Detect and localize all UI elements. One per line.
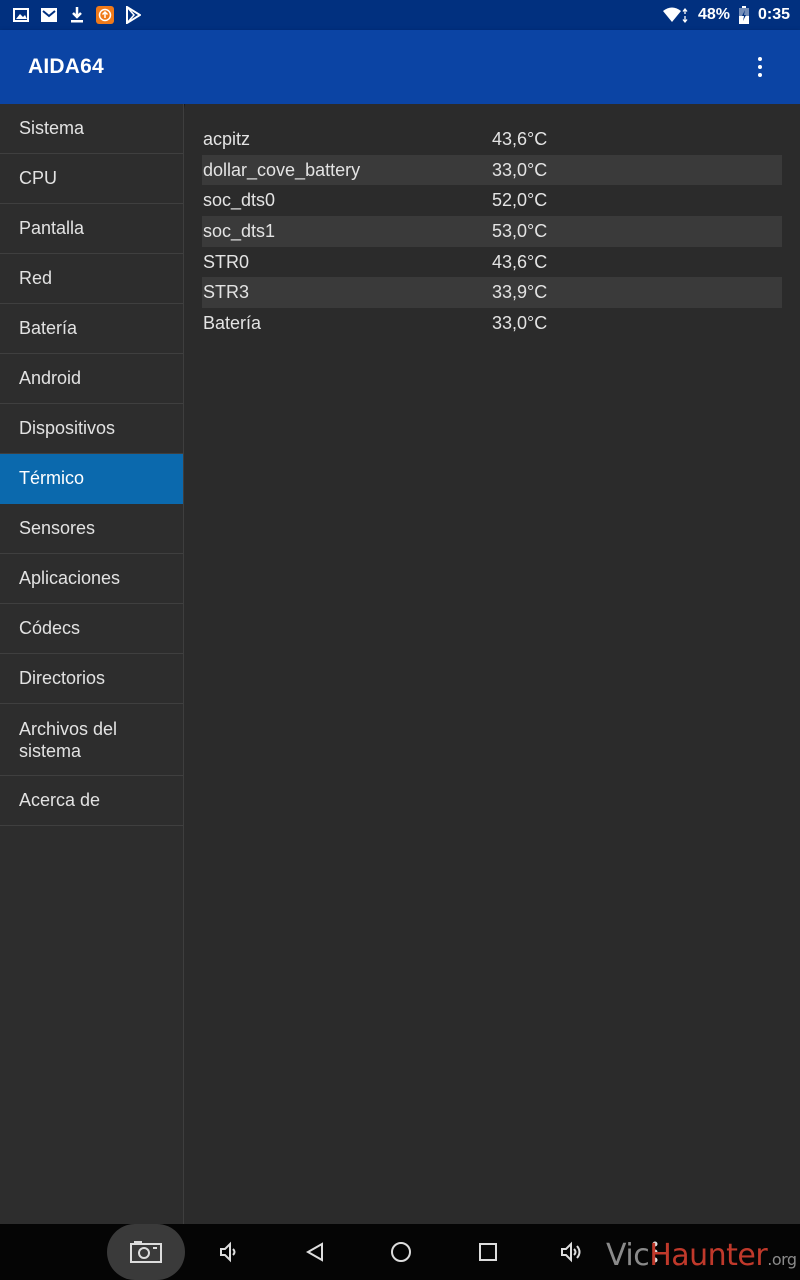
sensor-name: acpitz bbox=[203, 128, 251, 149]
sidebar-item-bateria[interactable]: Batería bbox=[0, 304, 183, 354]
sidebar-item-label: Aplicaciones bbox=[19, 568, 121, 588]
sidebar-item-label: Red bbox=[19, 268, 53, 288]
status-bar: 48% 0:35 bbox=[0, 0, 800, 30]
sensor-value: 53,0°C bbox=[492, 220, 548, 241]
sidebar-item-sistema[interactable]: Sistema bbox=[0, 104, 183, 154]
sidebar-item-red[interactable]: Red bbox=[0, 254, 183, 304]
sidebar-item-cpu[interactable]: CPU bbox=[0, 154, 183, 204]
sidebar-item-dispositivos[interactable]: Dispositivos bbox=[0, 404, 183, 454]
sidebar-item-acerca-de[interactable]: Acerca de bbox=[0, 776, 183, 826]
watermark-part: Vic bbox=[606, 1238, 650, 1273]
sidebar-item-label: Sistema bbox=[19, 118, 85, 138]
table-row: dollar_cove_battery 33,0°C bbox=[202, 154, 782, 186]
volume-down-icon[interactable] bbox=[214, 1224, 244, 1280]
table-row: soc_dts0 52,0°C bbox=[202, 185, 782, 216]
play-store-icon bbox=[124, 6, 142, 24]
sensor-value: 33,0°C bbox=[492, 159, 548, 180]
volume-up-icon[interactable] bbox=[557, 1224, 587, 1280]
app-bar: AIDA64 bbox=[0, 30, 800, 104]
sidebar: Sistema CPU Pantalla Red Batería Android… bbox=[0, 104, 184, 1224]
table-row: soc_dts1 53,0°C bbox=[202, 216, 782, 247]
sensor-name: soc_dts0 bbox=[203, 190, 276, 211]
notification-icons bbox=[0, 6, 142, 24]
sidebar-item-label: Códecs bbox=[19, 618, 81, 638]
sensor-name: STR0 bbox=[203, 251, 250, 272]
screenshot-icon[interactable] bbox=[107, 1224, 185, 1280]
sensor-value: 43,6°C bbox=[492, 128, 548, 149]
sidebar-item-archivos-del-sistema[interactable]: Archivos del sistema bbox=[0, 704, 183, 776]
sidebar-item-label: Android bbox=[19, 368, 82, 388]
sidebar-item-android[interactable]: Android bbox=[0, 354, 183, 404]
email-icon bbox=[40, 6, 58, 24]
recents-icon[interactable] bbox=[473, 1224, 503, 1280]
download-icon bbox=[68, 6, 86, 24]
sensor-value: 43,6°C bbox=[492, 251, 548, 272]
sidebar-item-codecs[interactable]: Códecs bbox=[0, 604, 183, 654]
sensor-name: STR3 bbox=[203, 282, 250, 303]
sidebar-item-label: Acerca de bbox=[19, 790, 101, 810]
thermal-table: acpitz 43,6°C dollar_cove_battery 33,0°C… bbox=[202, 124, 782, 339]
back-icon[interactable] bbox=[300, 1224, 330, 1280]
wifi-icon bbox=[662, 6, 690, 24]
sensor-value: 52,0°C bbox=[492, 190, 548, 211]
sidebar-item-label: Pantalla bbox=[19, 218, 85, 238]
sidebar-item-label: CPU bbox=[19, 168, 58, 188]
table-row: STR0 43,6°C bbox=[202, 247, 782, 278]
sensor-value: 33,0°C bbox=[492, 312, 548, 333]
sidebar-item-termico[interactable]: Térmico bbox=[0, 454, 183, 504]
watermark: VicHaunter.org bbox=[606, 1238, 797, 1273]
app-title: AIDA64 bbox=[28, 55, 104, 78]
watermark-part: .org bbox=[767, 1250, 797, 1269]
sensor-name: dollar_cove_battery bbox=[203, 159, 361, 180]
gallery-icon bbox=[12, 6, 30, 24]
sidebar-item-label: Directorios bbox=[19, 668, 106, 688]
home-icon[interactable] bbox=[386, 1224, 416, 1280]
battery-icon bbox=[738, 6, 750, 24]
watermark-part: Haunter bbox=[649, 1238, 768, 1273]
sensor-name: soc_dts1 bbox=[203, 220, 276, 241]
sensor-name: Batería bbox=[203, 312, 262, 333]
sidebar-item-aplicaciones[interactable]: Aplicaciones bbox=[0, 554, 183, 604]
table-row: Batería 33,0°C bbox=[202, 308, 782, 339]
table-row: STR3 33,9°C bbox=[202, 277, 782, 309]
sidebar-item-pantalla[interactable]: Pantalla bbox=[0, 204, 183, 254]
sidebar-item-label: Archivos del sistema bbox=[19, 718, 118, 761]
table-row: acpitz 43,6°C bbox=[202, 124, 782, 155]
sensor-value: 33,9°C bbox=[492, 282, 548, 303]
sidebar-item-label: Batería bbox=[19, 318, 78, 338]
thermal-panel: acpitz 43,6°C dollar_cove_battery 33,0°C… bbox=[185, 104, 800, 1224]
clock: 0:35 bbox=[757, 6, 790, 23]
system-status: 48% 0:35 bbox=[662, 6, 800, 24]
sidebar-item-label: Dispositivos bbox=[19, 418, 116, 438]
sidebar-item-directorios[interactable]: Directorios bbox=[0, 654, 183, 704]
sidebar-item-label: Térmico bbox=[19, 468, 85, 488]
battery-percent: 48% bbox=[697, 6, 730, 23]
sidebar-item-sensores[interactable]: Sensores bbox=[0, 504, 183, 554]
sidebar-item-label: Sensores bbox=[19, 518, 96, 538]
upload-app-icon bbox=[96, 6, 114, 24]
overflow-menu-icon[interactable] bbox=[750, 52, 770, 82]
